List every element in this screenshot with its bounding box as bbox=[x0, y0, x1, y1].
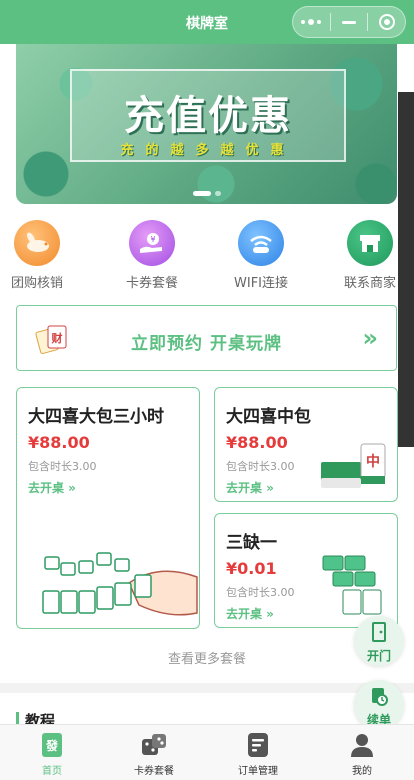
mahjong-tiles-icon: 中 bbox=[321, 443, 386, 488]
more-dots-icon bbox=[301, 19, 322, 25]
svg-text:¥: ¥ bbox=[150, 235, 155, 244]
package-card[interactable]: 大四喜大包三小时 ¥88.00 包含时长3.00 去开桌 » bbox=[16, 387, 200, 629]
package-price: ¥0.01 bbox=[226, 559, 277, 578]
banner-subtitle: 充的越多越优惠 bbox=[120, 143, 296, 158]
target-icon bbox=[378, 14, 395, 30]
tab-orders[interactable]: 订单管理 bbox=[218, 731, 298, 777]
tab-label: 订单管理 bbox=[238, 766, 278, 777]
close-app-button[interactable] bbox=[368, 7, 405, 37]
package-title: 大四喜大包三小时 bbox=[28, 407, 164, 427]
store-icon bbox=[347, 220, 393, 266]
bottom-tabbar: 發 首页 卡券套餐 订单管理 我的 bbox=[0, 724, 414, 780]
indicator-dot bbox=[214, 191, 221, 196]
package-duration: 包含时长3.00 bbox=[28, 460, 97, 473]
tab-label: 首页 bbox=[42, 766, 62, 777]
open-table-link[interactable]: 去开桌 » bbox=[226, 479, 274, 496]
renew-clock-icon bbox=[372, 688, 388, 706]
banner-indicator bbox=[16, 191, 397, 196]
tab-coupons[interactable]: 卡券套餐 bbox=[114, 731, 194, 777]
quick-item-wifi[interactable]: WIFI连接 bbox=[216, 220, 306, 291]
quick-item-groupon[interactable]: 团购核销 bbox=[0, 220, 82, 291]
coupon-hand-icon: ¥ bbox=[129, 220, 175, 266]
quick-entry-row: 团购核销 ¥ 卡券套餐 WIFI连接 联系商家 bbox=[0, 220, 414, 291]
open-door-button[interactable]: 开门 bbox=[354, 616, 404, 666]
mahjong-stack-icon bbox=[322, 555, 382, 615]
package-title: 大四喜中包 bbox=[226, 407, 311, 427]
package-title: 三缺一 bbox=[226, 533, 277, 553]
tab-home[interactable]: 發 首页 bbox=[12, 731, 92, 777]
tab-label: 卡券套餐 bbox=[134, 766, 174, 777]
reserve-now-button[interactable]: 财 立即预约 开桌玩牌 » bbox=[16, 305, 397, 371]
promo-banner[interactable]: 充值优惠 充的越多越优惠 bbox=[16, 44, 397, 204]
reserve-label: 立即预约 开桌玩牌 bbox=[131, 334, 282, 354]
package-duration: 包含时长3.00 bbox=[226, 460, 295, 473]
quick-item-contact[interactable]: 联系商家 bbox=[325, 220, 414, 291]
home-icon: 發 bbox=[38, 731, 66, 759]
renew-order-button[interactable]: 续单 bbox=[354, 680, 404, 730]
quick-label: WIFI连接 bbox=[234, 276, 288, 291]
minimize-button[interactable] bbox=[331, 7, 368, 37]
mini-program-capsule bbox=[292, 6, 406, 38]
mahjong-hand-illustration bbox=[42, 552, 198, 616]
package-price: ¥88.00 bbox=[28, 433, 90, 452]
user-icon bbox=[348, 731, 376, 759]
rabbit-icon bbox=[14, 220, 60, 266]
banner-frame: 充值优惠 充的越多越优惠 bbox=[70, 69, 346, 162]
open-door-label: 开门 bbox=[366, 649, 391, 663]
top-navbar: 棋牌室 bbox=[0, 0, 414, 44]
double-chevron-right-icon: » bbox=[362, 324, 378, 352]
section-divider bbox=[0, 683, 414, 693]
more-menu-button[interactable] bbox=[293, 7, 330, 37]
banner-title: 充值优惠 bbox=[124, 93, 292, 139]
tab-mine[interactable]: 我的 bbox=[322, 731, 402, 777]
package-price: ¥88.00 bbox=[226, 433, 288, 452]
svg-text:中: 中 bbox=[366, 453, 380, 470]
door-icon bbox=[372, 622, 386, 642]
quick-label: 联系商家 bbox=[343, 276, 396, 291]
order-icon bbox=[244, 731, 272, 759]
open-table-link[interactable]: 去开桌 » bbox=[28, 479, 76, 496]
indicator-dot-active bbox=[192, 191, 211, 196]
quick-item-coupon[interactable]: ¥ 卡券套餐 bbox=[107, 220, 197, 291]
open-table-link[interactable]: 去开桌 » bbox=[226, 605, 274, 622]
package-duration: 包含时长3.00 bbox=[226, 586, 295, 599]
wifi-icon bbox=[238, 220, 284, 266]
svg-text:發: 發 bbox=[45, 738, 59, 753]
tab-label: 我的 bbox=[352, 766, 372, 777]
quick-label: 卡券套餐 bbox=[125, 276, 178, 291]
more-packages-link[interactable]: 查看更多套餐 bbox=[0, 648, 414, 667]
dice-icon bbox=[140, 731, 168, 759]
package-card[interactable]: 三缺一 ¥0.01 包含时长3.00 去开桌 » bbox=[214, 513, 398, 628]
package-card[interactable]: 大四喜中包 ¥88.00 包含时长3.00 去开桌 » 中 bbox=[214, 387, 398, 502]
quick-label: 团购核销 bbox=[10, 276, 63, 291]
minimize-icon bbox=[342, 20, 356, 24]
